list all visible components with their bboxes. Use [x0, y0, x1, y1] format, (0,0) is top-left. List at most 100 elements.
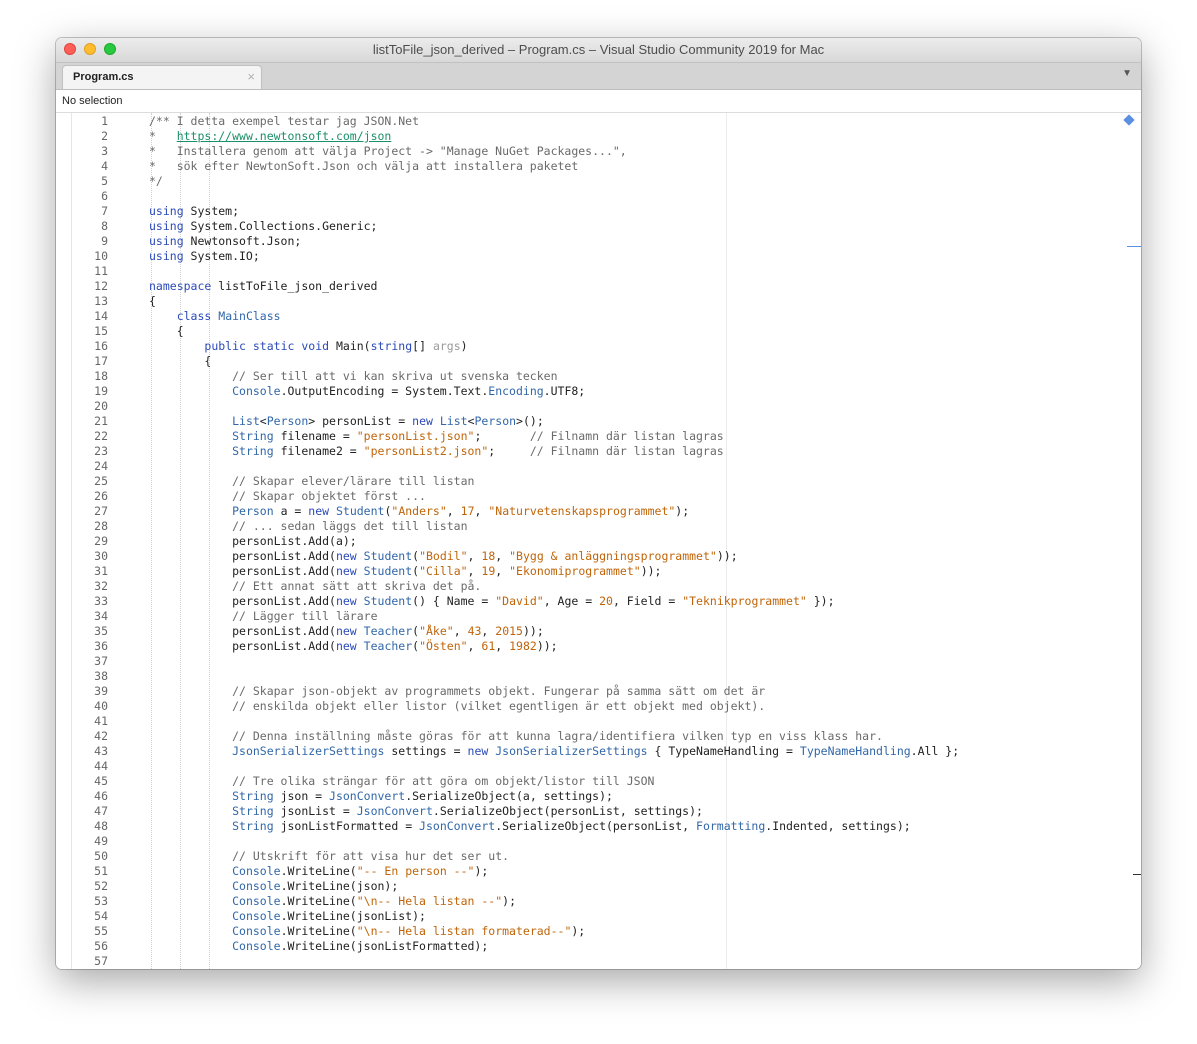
- code-line[interactable]: personList.Add(new Teacher("Åke", 43, 20…: [149, 624, 544, 639]
- code-line[interactable]: Person a = new Student("Anders", 17, "Na…: [149, 504, 689, 519]
- code-line[interactable]: // Skapar elever/lärare till listan: [149, 474, 474, 489]
- code-line[interactable]: personList.Add(new Student("Bodil", 18, …: [149, 549, 738, 564]
- code-line[interactable]: // Lägger till lärare: [149, 609, 377, 624]
- code-token: ,: [467, 564, 482, 578]
- code-token: );: [502, 894, 516, 908]
- code-line[interactable]: */: [149, 174, 163, 189]
- path-bar[interactable]: No selection: [56, 90, 1141, 113]
- code-line[interactable]: String json = JsonConvert.SerializeObjec…: [149, 789, 613, 804]
- code-line[interactable]: /** I detta exempel testar jag JSON.Net: [149, 114, 419, 129]
- code-line[interactable]: using System.IO;: [149, 249, 260, 264]
- code-token: Console: [232, 909, 281, 923]
- code-token: .All };: [910, 744, 960, 758]
- code-token: .WriteLine(json);: [280, 879, 399, 893]
- code-token: "\n-- Hela listan --": [356, 894, 503, 908]
- path-bar-selection[interactable]: No selection: [62, 95, 123, 107]
- code-line[interactable]: personList.Add(new Teacher("Östen", 61, …: [149, 639, 558, 654]
- code-token: Teacher: [363, 624, 413, 638]
- code-line[interactable]: [149, 669, 232, 684]
- code-line[interactable]: // enskilda objekt eller listor (vilket …: [149, 699, 765, 714]
- code-token: ;: [488, 444, 530, 458]
- scrollbar-position-marker[interactable]: [1127, 246, 1141, 247]
- code-line[interactable]: JsonSerializerSettings settings = new Js…: [149, 744, 959, 759]
- code-token: ): [460, 339, 468, 353]
- tab-program-cs[interactable]: Program.cs ×: [62, 65, 262, 89]
- tab-overflow-icon[interactable]: ▼: [1122, 68, 1132, 79]
- code-line[interactable]: * sök efter NewtonSoft.Json och välja at…: [149, 159, 578, 174]
- code-line[interactable]: {: [149, 294, 156, 309]
- code-line[interactable]: public static void Main(string[] args): [149, 339, 468, 354]
- code-line[interactable]: [149, 399, 232, 414]
- code-line[interactable]: // Tre olika strängar för att göra om ob…: [149, 774, 654, 789]
- code-line[interactable]: Console.WriteLine(json);: [149, 879, 398, 894]
- code-line[interactable]: {: [149, 324, 184, 339]
- code-line[interactable]: using System;: [149, 204, 239, 219]
- code-token: new: [335, 564, 357, 578]
- code-token: MainClass: [218, 309, 281, 323]
- code-line[interactable]: personList.Add(a);: [149, 534, 357, 549]
- code-line[interactable]: [149, 714, 232, 729]
- code-line[interactable]: [149, 834, 232, 849]
- code-line[interactable]: using System.Collections.Generic;: [149, 219, 378, 234]
- tab-close-icon[interactable]: ×: [247, 70, 255, 83]
- code-token: String: [232, 789, 274, 803]
- code-line[interactable]: using Newtonsoft.Json;: [149, 234, 301, 249]
- code-line[interactable]: personList.Add(new Student() { Name = "D…: [149, 594, 834, 609]
- code-token: * sök efter NewtonSoft.Json och välja at…: [149, 159, 579, 173]
- code-line[interactable]: namespace listToFile_json_derived: [149, 279, 377, 294]
- code-line[interactable]: // Denna inställning måste göras för att…: [149, 729, 883, 744]
- code-token: new: [412, 414, 433, 428]
- code-token: "Östen": [419, 639, 468, 653]
- code-token: .WriteLine(jsonListFormatted);: [280, 939, 489, 953]
- window-title: listToFile_json_derived – Program.cs – V…: [372, 42, 825, 57]
- code-token: ));: [640, 564, 662, 578]
- code-token: void: [301, 339, 330, 353]
- code-token: "personList2.json": [363, 444, 489, 458]
- code-line[interactable]: // Ett annat sätt att skriva det på.: [149, 579, 481, 594]
- code-line[interactable]: {: [149, 354, 211, 369]
- code-line[interactable]: // Skapar objektet först ...: [149, 489, 426, 504]
- code-line[interactable]: Console.WriteLine(jsonList);: [149, 909, 426, 924]
- scrollbar-marker-icon[interactable]: [1123, 114, 1135, 126]
- code-token: Newtonsoft.Json;: [183, 234, 302, 248]
- code-line[interactable]: String filename = "personList.json"; // …: [149, 429, 724, 444]
- code-editor[interactable]: 1 /** I detta exempel testar jag JSON.Net…: [56, 113, 1141, 969]
- line-number: 16: [94, 339, 108, 353]
- code-line[interactable]: List<Person> personList = new List<Perso…: [149, 414, 544, 429]
- line-number: 39: [94, 684, 108, 698]
- code-token: ;: [474, 429, 530, 443]
- code-token: using: [149, 249, 184, 263]
- code-token: // Denna inställning måste göras för att…: [232, 729, 883, 743]
- code-line[interactable]: // ... sedan läggs det till listan: [149, 519, 467, 534]
- line-number: 5: [101, 174, 108, 188]
- code-line[interactable]: [149, 759, 232, 774]
- code-line[interactable]: personList.Add(new Student("Cilla", 19, …: [149, 564, 661, 579]
- code-line[interactable]: * https://www.newtonsoft.com/json: [149, 129, 391, 144]
- code-line[interactable]: * Installera genom att välja Project -> …: [149, 144, 627, 159]
- code-line[interactable]: [149, 654, 232, 669]
- code-token: personList.Add(: [232, 549, 336, 563]
- code-line[interactable]: Console.OutputEncoding = System.Text.Enc…: [149, 384, 585, 399]
- code-line[interactable]: String jsonList = JsonConvert.SerializeO…: [149, 804, 703, 819]
- code-token: 20: [599, 594, 613, 608]
- code-line[interactable]: // Ser till att vi kan skriva ut svenska…: [149, 369, 557, 384]
- code-token: class: [176, 309, 212, 323]
- code-line[interactable]: [149, 459, 232, 474]
- code-line[interactable]: String jsonListFormatted = JsonConvert.S…: [149, 819, 911, 834]
- code-token: <: [259, 414, 267, 428]
- code-token: ,: [474, 504, 489, 518]
- code-token: JsonSerializerSettings: [232, 744, 385, 758]
- code-line[interactable]: Console.WriteLine("-- En person --");: [149, 864, 488, 879]
- code-line[interactable]: class MainClass: [149, 309, 281, 324]
- code-line[interactable]: // Skapar json-objekt av programmets obj…: [149, 684, 765, 699]
- code-line[interactable]: [149, 954, 232, 969]
- code-line[interactable]: // Utskrift för att visa hur det ser ut.: [149, 849, 509, 864]
- code-token: String: [232, 804, 274, 818]
- code-line[interactable]: String filename2 = "personList2.json"; /…: [149, 444, 724, 459]
- code-line[interactable]: Console.WriteLine("\n-- Hela listan form…: [149, 924, 585, 939]
- code-line[interactable]: Console.WriteLine(jsonListFormatted);: [149, 939, 488, 954]
- code-line[interactable]: Console.WriteLine("\n-- Hela listan --")…: [149, 894, 516, 909]
